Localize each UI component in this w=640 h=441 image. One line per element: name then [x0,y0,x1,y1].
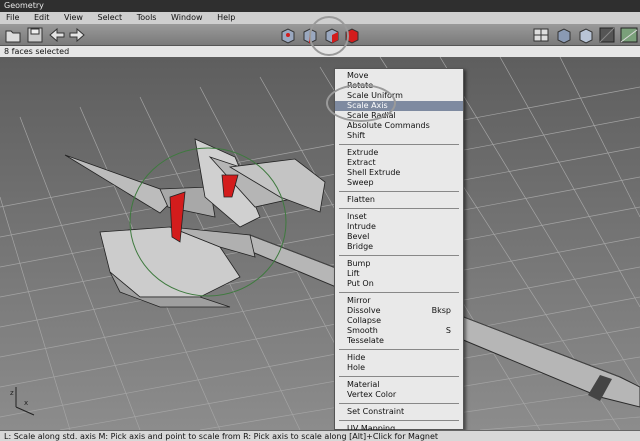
menu-separator [339,208,459,209]
menu-item-bevel[interactable]: Bevel [335,232,463,242]
menu-item-sweep[interactable]: Sweep [335,178,463,188]
menu-item-extract[interactable]: Extract [335,158,463,168]
menu-item-label: Extrude [347,148,379,157]
menu-separator [339,349,459,350]
menu-item-inset[interactable]: Inset [335,212,463,222]
menu-edit[interactable]: Edit [28,12,56,24]
menu-item-bump[interactable]: Bump [335,259,463,269]
menu-window[interactable]: Window [165,12,209,24]
menu-item-label: Mirror [347,296,371,305]
menu-item-label: Vertex Color [347,390,397,399]
menu-item-mirror[interactable]: Mirror [335,296,463,306]
menu-item-collapse[interactable]: Collapse [335,316,463,326]
menu-item-vertex-color[interactable]: Vertex Color [335,390,463,400]
redo-arrow-icon[interactable] [68,26,86,44]
undo-arrow-icon[interactable] [48,26,66,44]
menu-separator [339,376,459,377]
menu-item-shell-extrude[interactable]: Shell Extrude [335,168,463,178]
menu-item-shortcut: S [445,326,451,335]
menu-item-label: Smooth [347,326,378,335]
menu-item-bridge[interactable]: Bridge [335,242,463,252]
geometry-context-menu: Move Rotate Scale Uniform Scale Axis Scale R… [334,68,464,433]
menu-separator [339,403,459,404]
viewport-canvas: z x [0,57,640,430]
menu-item-label: Absolute Commands [347,121,430,130]
menu-item-label: Intrude [347,222,376,231]
menu-select[interactable]: Select [92,12,129,24]
menu-item-flatten[interactable]: Flatten [335,195,463,205]
menu-item-shift[interactable]: Shift [335,131,463,141]
menu-item-label: Bridge [347,242,374,251]
menu-separator [339,292,459,293]
menu-item-hide[interactable]: Hide [335,353,463,363]
menu-item-absolute-commands[interactable]: Absolute Commands [335,121,463,131]
menu-item-extrude[interactable]: Extrude [335,148,463,158]
menu-item-label: Shell Extrude [347,168,401,177]
perspective-icon[interactable] [620,26,638,44]
menu-item-label: Bevel [347,232,370,241]
axis-label-z: z [10,389,14,397]
menu-item-hole[interactable]: Hole [335,363,463,373]
menu-item-intrude[interactable]: Intrude [335,222,463,232]
window-title: Geometry [0,0,640,12]
menu-item-label: Collapse [347,316,381,325]
smooth-shading-icon[interactable] [598,26,616,44]
wire-cube-icon[interactable] [576,26,594,44]
menu-item-label: Inset [347,212,367,221]
menu-item-set-constraint[interactable]: Set Constraint [335,407,463,417]
menu-separator [339,144,459,145]
menu-item-shortcut: Bksp [431,306,451,315]
save-icon[interactable] [26,26,44,44]
menu-item-label: Lift [347,269,360,278]
menu-item-put-on[interactable]: Put On [335,279,463,289]
menu-file[interactable]: File [0,12,25,24]
menu-tools[interactable]: Tools [131,12,163,24]
menu-item-label: Hide [347,353,366,362]
menu-separator [339,191,459,192]
menu-item-label: Bump [347,259,371,268]
menu-item-label: Tesselate [347,336,384,345]
menu-item-label: Extract [347,158,376,167]
menu-item-label: Shift [347,131,366,140]
menu-separator [339,255,459,256]
shaded-cube-icon[interactable] [554,26,572,44]
menu-item-tesselate[interactable]: Tesselate [335,336,463,346]
menu-item-label: Material [347,380,380,389]
menu-item-move[interactable]: Move [335,71,463,81]
axis-label-x: x [24,399,28,407]
menu-item-label: Move [347,71,369,80]
menu-item-label: Sweep [347,178,374,187]
select-vertex-icon[interactable] [278,26,296,44]
menu-item-material[interactable]: Material [335,380,463,390]
folder-icon[interactable] [4,26,22,44]
menu-item-dissolve[interactable]: Dissolve Bksp [335,306,463,316]
menu-item-label: Put On [347,279,374,288]
menu-item-smooth[interactable]: Smooth S [335,326,463,336]
menu-item-lift[interactable]: Lift [335,269,463,279]
menu-item-label: Flatten [347,195,375,204]
menu-item-label: Set Constraint [347,407,405,416]
highlight-circle-scale-axis [326,84,396,122]
3d-viewport[interactable]: z x [0,57,640,430]
highlight-circle-face-mode [309,16,349,56]
mouse-hint-status: L: Scale along std. axis M: Pick axis an… [0,430,640,441]
menu-help[interactable]: Help [211,12,241,24]
menu-item-label: Hole [347,363,366,372]
menu-view[interactable]: View [58,12,89,24]
menu-separator [339,420,459,421]
workmode-icon[interactable] [532,26,550,44]
menu-item-label: Dissolve [347,306,381,315]
